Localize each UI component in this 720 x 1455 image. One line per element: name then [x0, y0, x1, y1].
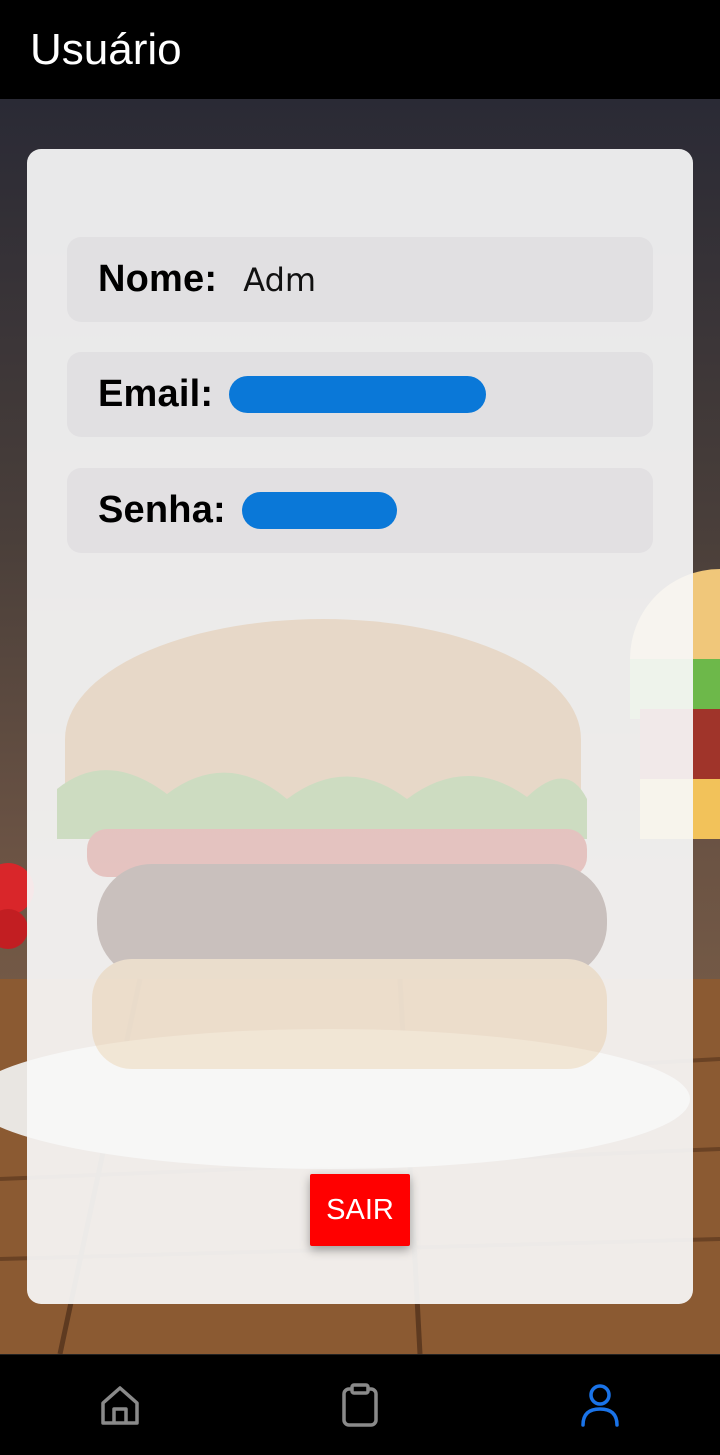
email-redaction [229, 376, 487, 413]
nav-home[interactable] [92, 1377, 148, 1433]
email-field: Email: [67, 352, 653, 437]
clipboard-icon [342, 1383, 378, 1427]
profile-card: Nome: Adm Email: Senha: SAIR [27, 149, 693, 1304]
burger-watermark [27, 149, 693, 1304]
nav-user[interactable] [572, 1377, 628, 1433]
app-header: Usuário [0, 0, 720, 99]
email-label: Email: [98, 373, 214, 415]
home-icon [101, 1386, 139, 1425]
password-redaction [241, 492, 397, 529]
user-icon [581, 1384, 619, 1427]
nav-orders[interactable] [332, 1377, 388, 1433]
page-title: Usuário [30, 25, 182, 74]
password-field: Senha: [67, 468, 653, 553]
password-label: Senha: [98, 489, 226, 531]
name-field: Nome: Adm [67, 237, 653, 322]
name-label: Nome: [98, 258, 218, 300]
name-value: Adm [243, 260, 317, 299]
logout-button[interactable]: SAIR [310, 1174, 410, 1246]
bottom-navigation [0, 1354, 720, 1455]
